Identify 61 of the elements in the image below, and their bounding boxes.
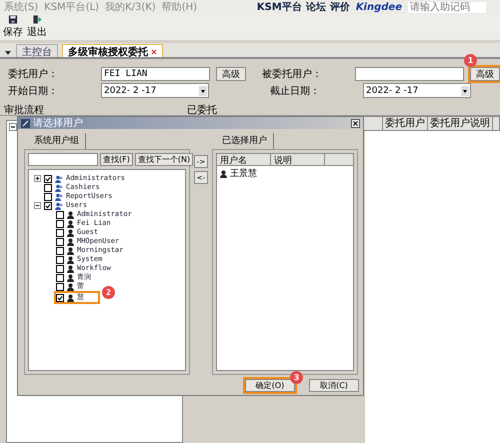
advanced-button[interactable]: 高级 [216, 66, 246, 80]
date-field[interactable]: 2022- 2 -17 [363, 83, 471, 98]
tab[interactable]: 主控台 [16, 44, 58, 57]
checkbox[interactable] [44, 192, 52, 200]
field-label: 被委托用户： [262, 68, 323, 80]
tab[interactable]: 系统用户组 [28, 133, 86, 149]
find-button[interactable]: 查找下一个(N) [134, 153, 194, 166]
user-icon [67, 294, 74, 302]
dialog-title: 请选择用户 [33, 116, 84, 130]
checkbox[interactable] [56, 264, 64, 272]
collapse-icon[interactable] [9, 123, 17, 131]
field-label: 开始日期： [8, 84, 59, 98]
checkbox[interactable] [56, 282, 64, 290]
find-button[interactable]: 查找(F) [100, 153, 133, 166]
tab[interactable]: 已选择用户 [216, 133, 274, 149]
collapse-icon[interactable] [34, 202, 41, 209]
user-icon [220, 170, 227, 178]
column-header: 说明 [271, 154, 325, 165]
checkbox[interactable] [56, 256, 64, 264]
field-label: 委托用户： [8, 68, 59, 80]
checkbox[interactable] [44, 202, 52, 210]
brand-logo: Kingdee [356, 2, 402, 12]
exit-icon [32, 15, 42, 24]
search-field[interactable]: 请输入助记码 [408, 2, 486, 12]
save-icon [8, 15, 18, 24]
expand-icon[interactable] [34, 175, 41, 182]
header-link[interactable]: KSM平台 [256, 0, 302, 14]
header-link[interactable]: 论坛 [306, 0, 326, 14]
dropdown-icon[interactable] [461, 86, 469, 96]
panel-tab[interactable]: 审批流程 [4, 105, 44, 116]
checkbox[interactable] [56, 246, 64, 254]
text-field[interactable]: FEI LIAN [101, 66, 210, 80]
checkbox[interactable] [56, 294, 64, 302]
search-field[interactable] [28, 153, 98, 166]
checkbox[interactable] [56, 274, 64, 282]
field-label: 截止日期： [270, 84, 321, 98]
text-field[interactable] [355, 66, 464, 80]
column-header: 用户名 [217, 154, 271, 165]
column-header: 委托用户说明 [428, 117, 493, 130]
panel-tab[interactable]: 已委托 [187, 105, 217, 116]
toolbar-button[interactable]: 退出 [27, 15, 47, 39]
checkbox[interactable] [44, 184, 52, 192]
close-icon[interactable] [351, 118, 360, 128]
advanced-button[interactable]: 高级 [470, 66, 500, 80]
user-name[interactable]: 王景慧 [230, 167, 257, 180]
step-badge: 2 [102, 286, 115, 299]
toolbar-button[interactable]: 保存 [3, 15, 23, 39]
dropdown-icon[interactable] [199, 86, 207, 96]
checkbox[interactable] [56, 238, 64, 246]
header-link[interactable]: 评价 [330, 0, 350, 14]
dialog-button[interactable]: 确定(O) [245, 378, 295, 392]
tab[interactable]: 多级审核授权委托 [62, 44, 163, 57]
dropdown-icon[interactable] [4, 49, 12, 57]
checkbox[interactable] [56, 220, 64, 228]
checkbox[interactable] [56, 228, 64, 236]
column-header: 委托用户 [383, 117, 428, 130]
checkbox[interactable] [44, 174, 52, 182]
dialog-button[interactable]: 取消(C) [309, 378, 359, 392]
date-field[interactable]: 2022- 2 -17 [101, 83, 209, 98]
checkbox[interactable] [56, 210, 64, 218]
app-icon [21, 118, 30, 128]
